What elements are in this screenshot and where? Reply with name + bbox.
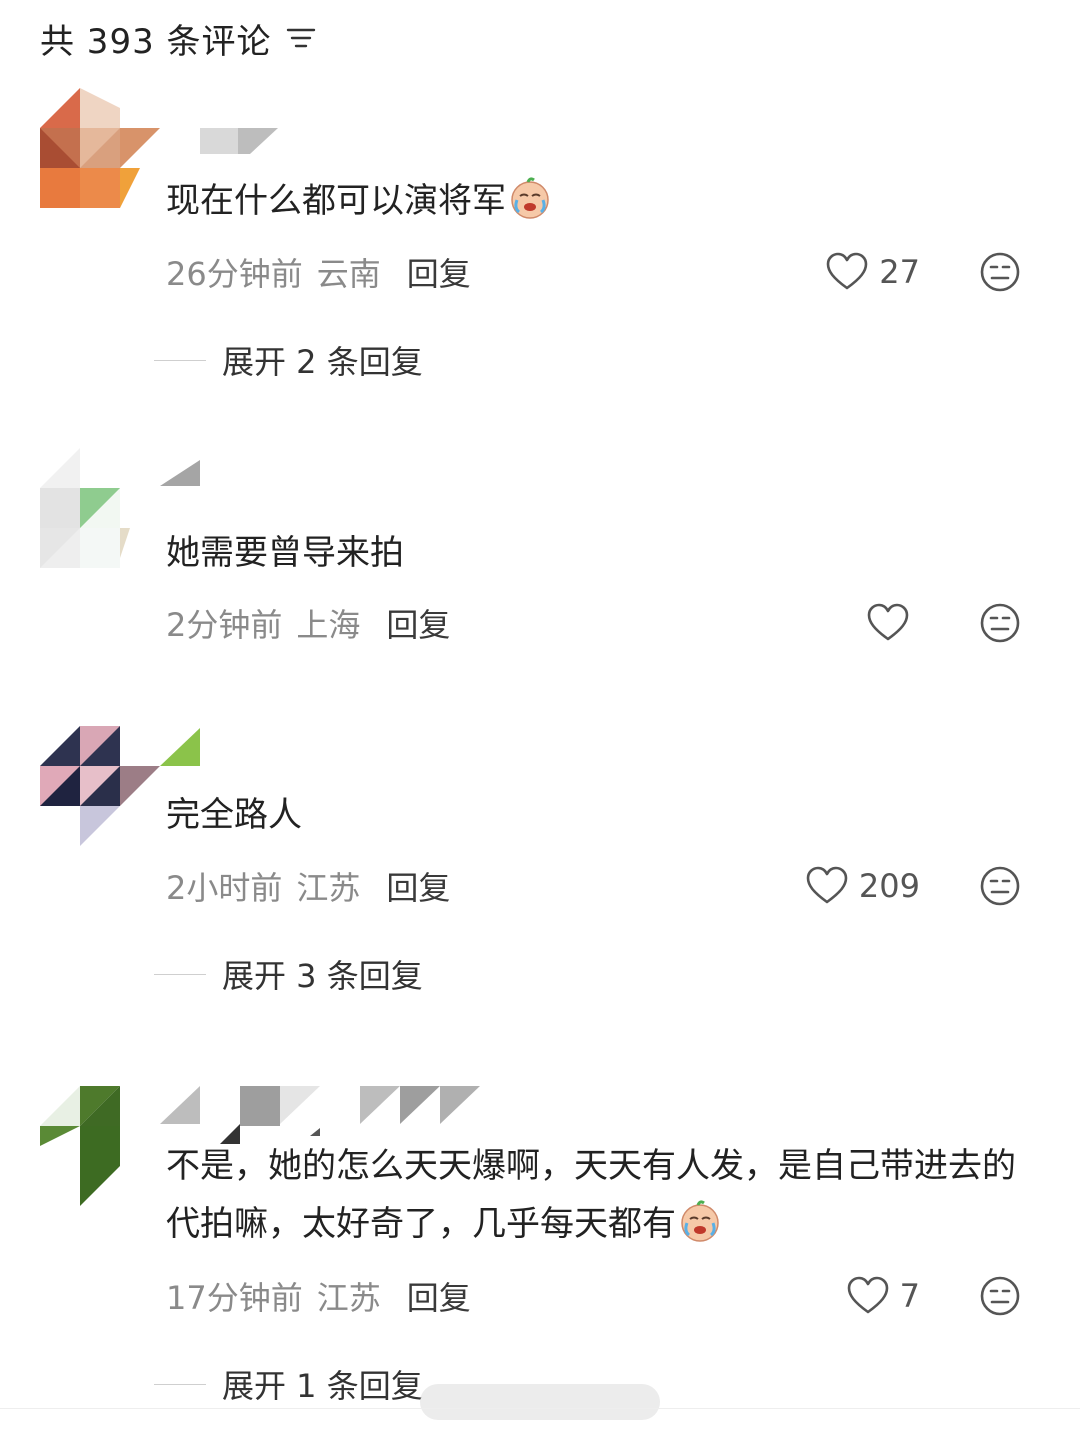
comment-meta: 17分钟前 江苏 回复	[166, 1274, 471, 1318]
avatar[interactable]	[40, 726, 160, 846]
comment-text: 完全路人	[166, 786, 1046, 844]
comment-text-content: 不是，她的怎么天天爆啊，天天有人发，是自己带进去的代拍嘛，太好奇了，几乎每天都有	[166, 1146, 1016, 1244]
dislike-button[interactable]	[978, 1274, 1022, 1318]
neutral-face-icon	[980, 866, 1020, 906]
like-count: 7	[899, 1277, 920, 1315]
watermark	[420, 1384, 660, 1420]
neutral-face-icon	[980, 1276, 1020, 1316]
reply-button[interactable]: 回复	[407, 249, 471, 295]
heart-icon	[806, 866, 848, 904]
dislike-button[interactable]	[978, 250, 1022, 294]
expand-replies-button[interactable]: 展开 1 条回复	[154, 1364, 423, 1405]
crying-emoji-icon	[511, 177, 549, 219]
comment-time: 2分钟前	[166, 606, 283, 644]
comment-location: 上海	[296, 606, 361, 644]
comment-count-title: 共 393 条评论	[40, 21, 272, 62]
like-count: 27	[879, 253, 920, 291]
heart-icon	[847, 1276, 888, 1314]
expand-replies-label: 展开 1 条回复	[222, 1367, 423, 1405]
avatar[interactable]	[40, 88, 160, 208]
avatar[interactable]	[40, 1086, 160, 1206]
expand-replies-button[interactable]: 展开 2 条回复	[154, 340, 423, 381]
filter-lines-icon[interactable]	[286, 26, 316, 50]
comment-time: 17分钟前	[166, 1279, 303, 1317]
comment-text-content: 现在什么都可以演将军	[166, 181, 506, 221]
expand-replies-label: 展开 2 条回复	[222, 343, 423, 381]
comment-location: 云南	[316, 255, 381, 293]
username-redacted[interactable]	[160, 1086, 480, 1144]
heart-icon	[867, 603, 909, 641]
like-button[interactable]: 7	[846, 1274, 920, 1318]
neutral-face-icon	[980, 252, 1020, 292]
divider	[154, 973, 206, 975]
comment-text: 不是，她的怎么天天爆啊，天天有人发，是自己带进去的代拍嘛，太好奇了，几乎每天都有	[166, 1137, 1046, 1253]
username-redacted[interactable]	[160, 124, 280, 164]
comment-text: 她需要曾导来拍	[166, 524, 1046, 582]
crying-emoji-icon	[681, 1200, 719, 1242]
like-button[interactable]: 209	[805, 864, 920, 908]
comment-text: 现在什么都可以演将军	[166, 172, 1046, 230]
avatar[interactable]	[40, 448, 160, 568]
dislike-button[interactable]	[978, 864, 1022, 908]
comment-meta: 26分钟前 云南 回复	[166, 250, 471, 294]
comment-time: 26分钟前	[166, 255, 303, 293]
username-redacted[interactable]	[160, 460, 200, 500]
comment-time: 2小时前	[166, 869, 283, 907]
comment-location: 江苏	[296, 869, 361, 907]
reply-button[interactable]: 回复	[386, 863, 450, 909]
comment-text-content: 她需要曾导来拍	[166, 533, 404, 573]
comment-text-content: 完全路人	[166, 795, 302, 835]
expand-replies-label: 展开 3 条回复	[222, 957, 423, 995]
neutral-face-icon	[980, 603, 1020, 643]
comment-meta: 2小时前 江苏 回复	[166, 864, 450, 908]
username-redacted[interactable]	[160, 728, 200, 768]
heart-icon	[826, 252, 868, 290]
like-button[interactable]	[866, 601, 920, 645]
bottom-divider	[0, 1408, 1080, 1409]
dislike-button[interactable]	[978, 601, 1022, 645]
expand-replies-button[interactable]: 展开 3 条回复	[154, 954, 423, 995]
like-count: 209	[858, 867, 920, 905]
comment-meta: 2分钟前 上海 回复	[166, 601, 450, 645]
reply-button[interactable]: 回复	[407, 1273, 471, 1319]
divider	[154, 359, 206, 361]
comment-location: 江苏	[316, 1279, 381, 1317]
reply-button[interactable]: 回复	[386, 600, 450, 646]
comments-header: 共 393 条评论	[40, 14, 316, 62]
divider	[154, 1383, 206, 1385]
like-button[interactable]: 27	[825, 250, 920, 294]
